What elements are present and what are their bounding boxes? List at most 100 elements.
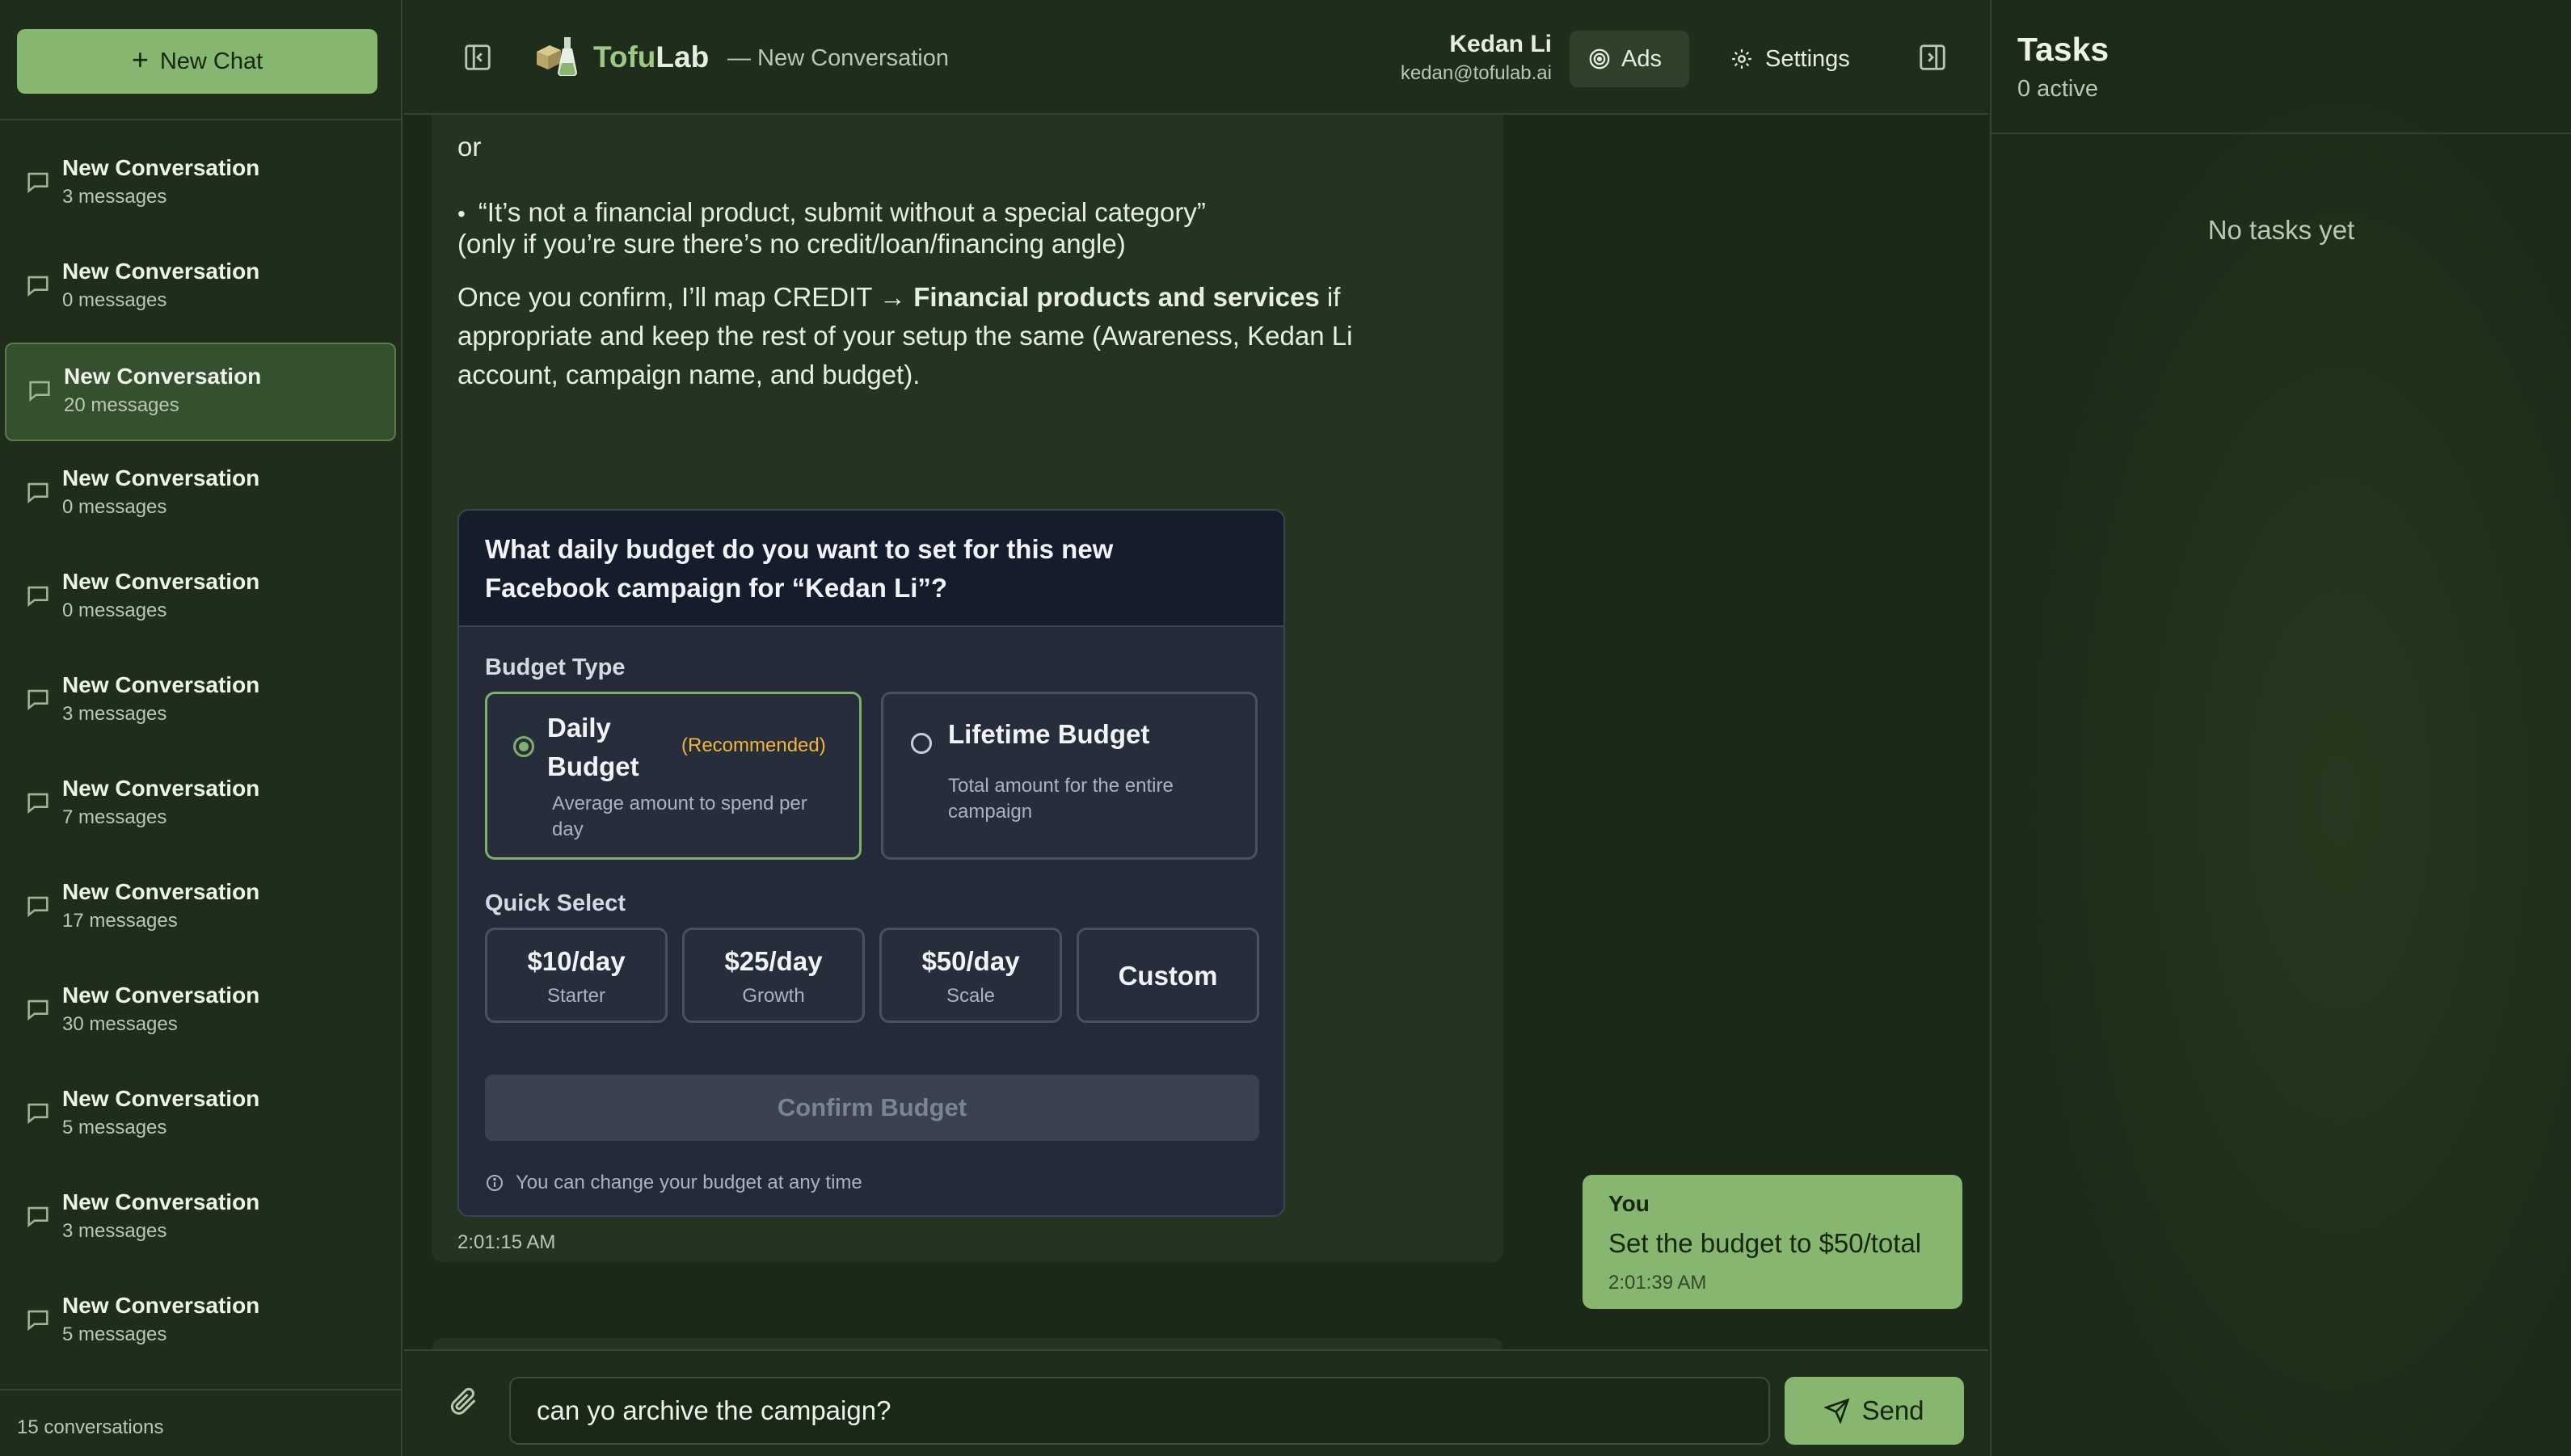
conversation-title: New Conversation — [62, 1086, 260, 1111]
new-chat-button[interactable]: + New Chat — [17, 29, 377, 94]
message-text: (only if you’re sure there’s no credit/l… — [457, 229, 1126, 259]
quick-select-50[interactable]: $50/day Scale — [879, 928, 1062, 1023]
user-message-text: Set the budget to $50/total — [1608, 1228, 1922, 1258]
conversation-title: — New Conversation — [727, 45, 949, 71]
chat-bubble-icon — [29, 381, 50, 402]
message-input[interactable] — [509, 1377, 1770, 1445]
send-label: Send — [1861, 1395, 1924, 1425]
conversation-item-active[interactable]: New Conversation 20 messages — [5, 343, 396, 441]
budget-type-label: Budget Type — [485, 654, 626, 680]
collapse-sidebar-icon[interactable] — [462, 42, 493, 73]
conversation-item[interactable]: New Conversation 0 messages — [5, 239, 396, 338]
user-message-author: You — [1608, 1191, 1650, 1216]
message-text: appropriate and keep the rest of your se… — [457, 321, 1353, 351]
tasks-panel: Tasks 0 active No tasks yet — [1990, 0, 2571, 1456]
plus-icon: + — [131, 43, 149, 76]
conversation-item[interactable]: New Conversation 17 messages — [5, 860, 396, 958]
ads-button[interactable]: Ads — [1570, 31, 1689, 87]
budget-card-header: What daily budget do you want to set for… — [459, 511, 1283, 627]
conversation-item[interactable]: New Conversation 0 messages — [5, 446, 396, 545]
message-timestamp: 2:01:39 AM — [1608, 1272, 1707, 1294]
conversation-count: 20 messages — [64, 394, 179, 416]
paperclip-icon[interactable] — [448, 1385, 480, 1417]
conversation-title: New Conversation — [62, 155, 260, 180]
chat-bubble-icon — [27, 172, 48, 193]
info-icon — [487, 1175, 503, 1191]
quick-select-25[interactable]: $25/day Growth — [682, 928, 865, 1023]
conversation-item[interactable]: New Conversation 3 messages — [5, 653, 396, 751]
conversation-item[interactable]: New Conversation 7 messages — [5, 756, 396, 855]
ads-label: Ads — [1621, 45, 1662, 72]
conversation-title: New Conversation — [62, 672, 260, 697]
settings-button[interactable]: Settings — [1730, 31, 1850, 87]
conversation-item[interactable]: New Conversation 5 messages — [5, 1067, 396, 1165]
message-text: or — [457, 132, 482, 162]
send-icon — [1824, 1398, 1850, 1424]
user-message: You Set the budget to $50/total 2:01:39 … — [1583, 1175, 1962, 1309]
assistant-message: or “It’s not a financial product, submit… — [432, 115, 1503, 1262]
chat-bubble-icon — [27, 1103, 48, 1124]
assistant-message-peek — [432, 1338, 1503, 1349]
tofulab-logo-icon — [537, 37, 577, 76]
chat-bubble-icon — [27, 1310, 48, 1331]
conversation-item[interactable]: New Conversation 3 messages — [5, 136, 396, 234]
user-name: Kedan Li — [1449, 31, 1552, 57]
lifetime-budget-title: Lifetime Budget — [948, 719, 1150, 749]
message-text: Once you confirm, I’ll map CREDIT → Fina… — [457, 282, 1341, 312]
conversation-title: New Conversation — [62, 1189, 260, 1214]
brand-name: TofuLab — [593, 40, 710, 74]
conversation-count: 0 messages — [62, 496, 167, 518]
quick-select-custom[interactable]: Custom — [1077, 928, 1259, 1023]
chat-bubble-icon — [27, 896, 48, 917]
chat-bubble-icon — [27, 999, 48, 1020]
lifetime-budget-description: Total amount for the entire campaign — [948, 775, 1174, 823]
target-icon — [1589, 48, 1610, 69]
tasks-count: 0 active — [2017, 76, 2098, 102]
conversation-count: 0 messages — [62, 289, 167, 311]
daily-budget-title: Daily Budget — [547, 713, 639, 781]
chat-bubble-icon — [27, 276, 48, 297]
chat-bubble-icon — [27, 482, 48, 503]
gear-icon — [1732, 49, 1751, 69]
chat-bubble-icon — [27, 689, 48, 710]
sidebar-footer-divider — [0, 1389, 401, 1391]
conversation-item[interactable]: New Conversation 5 messages — [5, 1273, 396, 1372]
conversation-title: New Conversation — [62, 983, 260, 1008]
conversation-count: 3 messages — [62, 1220, 167, 1242]
conversation-title: New Conversation — [62, 465, 260, 490]
top-bar: TofuLab — New Conversation Kedan Li keda… — [404, 0, 1988, 115]
conversation-item[interactable]: New Conversation 3 messages — [5, 1170, 396, 1269]
tasks-title: Tasks — [2017, 31, 2109, 68]
conversation-title: New Conversation — [64, 364, 262, 389]
chat-thread[interactable]: or “It’s not a financial product, submit… — [404, 115, 1988, 1349]
conversation-count: 17 messages — [62, 910, 178, 932]
toggle-tasks-panel-icon[interactable] — [1917, 42, 1948, 73]
lifetime-budget-option[interactable]: Lifetime Budget Total amount for the ent… — [881, 692, 1258, 860]
conversation-item[interactable]: New Conversation 0 messages — [5, 549, 396, 648]
message-bullet: “It’s not a financial product, submit wi… — [457, 197, 1206, 228]
conversation-title: New Conversation — [62, 259, 260, 284]
conversation-count: 3 messages — [62, 186, 167, 208]
user-email: kedan@tofulab.ai — [1400, 62, 1552, 84]
conversation-title: New Conversation — [62, 1293, 260, 1318]
settings-label: Settings — [1765, 45, 1850, 72]
conversation-count: 5 messages — [62, 1117, 167, 1138]
chat-bubble-icon — [27, 586, 48, 607]
message-timestamp: 2:01:15 AM — [457, 1231, 556, 1253]
sidebar: + New Chat New Conversation 3 messages N… — [0, 0, 403, 1456]
daily-budget-option[interactable]: Daily Budget (Recommended) Average amoun… — [485, 692, 862, 860]
conversation-count: 0 messages — [62, 600, 167, 621]
budget-question: What daily budget do you want to set for… — [485, 534, 1114, 603]
send-button[interactable]: Send — [1785, 1377, 1964, 1445]
quick-select-10[interactable]: $10/day Starter — [485, 928, 668, 1023]
radio-selected[interactable] — [513, 736, 534, 757]
conversation-item[interactable]: New Conversation 30 messages — [5, 963, 396, 1062]
conversation-title: New Conversation — [62, 569, 260, 594]
conversation-list: New Conversation 3 messages New Conversa… — [0, 136, 401, 1377]
confirm-budget-button[interactable]: Confirm Budget — [485, 1075, 1259, 1141]
message-text: account, campaign name, and budget). — [457, 360, 921, 389]
chat-bubble-icon — [27, 1206, 48, 1227]
sidebar-divider — [0, 119, 401, 120]
tasks-divider — [1991, 133, 2571, 134]
radio-unselected[interactable] — [911, 733, 932, 754]
